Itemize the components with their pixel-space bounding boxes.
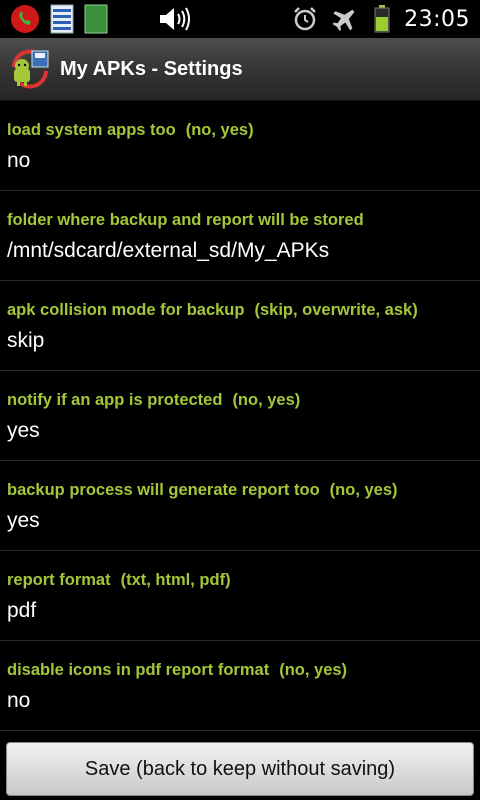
setting-load-system-apps[interactable]: load system apps too (no, yes) no [0, 101, 480, 191]
settings-list: load system apps too (no, yes) no folder … [0, 101, 480, 731]
phone-call-icon [10, 4, 40, 34]
notification-icons [0, 4, 192, 34]
setting-label: apk collision mode for backup [7, 301, 245, 319]
setting-value: no [7, 689, 31, 712]
setting-title: load system apps too (no, yes) [7, 121, 254, 140]
setting-options: (no, yes) [279, 661, 348, 679]
setting-options: (txt, html, pdf) [120, 571, 231, 589]
setting-report-format[interactable]: report format (txt, html, pdf) pdf [0, 551, 480, 641]
setting-value: skip [7, 329, 45, 352]
setting-value: yes [7, 509, 40, 532]
setting-disable-pdf-icons[interactable]: disable icons in pdf report format (no, y… [0, 641, 480, 731]
setting-options: (no, yes) [329, 481, 398, 499]
setting-label: notify if an app is protected [7, 391, 223, 409]
clock: 23:05 [404, 6, 470, 32]
document-icon [50, 4, 74, 34]
setting-title: backup process will generate report too (… [7, 481, 398, 500]
setting-options: (skip, overwrite, ask) [254, 301, 418, 319]
setting-title: apk collision mode for backup (skip, over… [7, 301, 418, 320]
alarm-icon [292, 6, 318, 32]
setting-label: report format [7, 571, 111, 589]
setting-value: /mnt/sdcard/external_sd/My_APKs [7, 239, 330, 262]
save-button[interactable]: Save (back to keep without saving) [6, 742, 474, 796]
battery-icon [374, 5, 390, 33]
setting-generate-report[interactable]: backup process will generate report too (… [0, 461, 480, 551]
airplane-icon [332, 6, 360, 32]
setting-collision-mode[interactable]: apk collision mode for backup (skip, over… [0, 281, 480, 371]
setting-value: pdf [7, 599, 37, 622]
android-backup-icon [8, 47, 52, 91]
page-title: My APKs - Settings [60, 57, 243, 80]
setting-options: (no, yes) [185, 121, 254, 139]
setting-value: yes [7, 419, 40, 442]
setting-title: report format (txt, html, pdf) [7, 571, 231, 590]
setting-label: backup process will generate report too [7, 481, 320, 499]
status-bar: 23:05 [0, 0, 480, 38]
setting-options: (no, yes) [232, 391, 301, 409]
setting-label: folder where backup and report will be s… [7, 211, 364, 229]
setting-value: no [7, 149, 31, 172]
setting-label: load system apps too [7, 121, 176, 139]
setting-title: disable icons in pdf report format (no, y… [7, 661, 347, 680]
setting-backup-folder[interactable]: folder where backup and report will be s… [0, 191, 480, 281]
system-icons: 23:05 [292, 5, 480, 33]
volume-icon [158, 4, 192, 34]
setting-title: folder where backup and report will be s… [7, 211, 364, 230]
setting-label: disable icons in pdf report format [7, 661, 270, 679]
setting-title: notify if an app is protected (no, yes) [7, 391, 300, 410]
title-bar: My APKs - Settings [0, 38, 480, 101]
button-bar: Save (back to keep without saving) [0, 736, 480, 800]
setting-notify-protected[interactable]: notify if an app is protected (no, yes) y… [0, 371, 480, 461]
green-book-icon [84, 4, 108, 34]
